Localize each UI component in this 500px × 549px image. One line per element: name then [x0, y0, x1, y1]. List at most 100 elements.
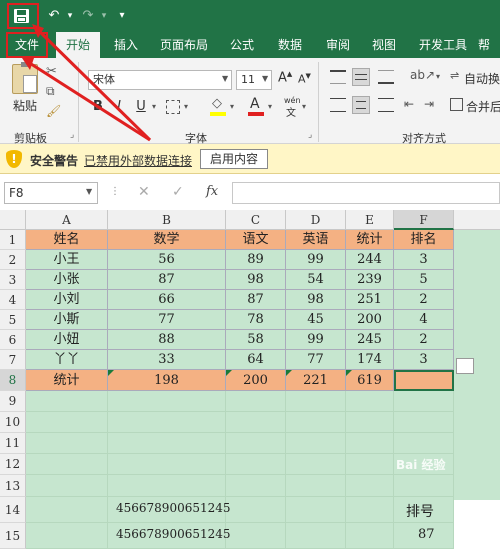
spreadsheet-grid[interactable]: A B C D E F 1 2 3 4 5 6 7 8 9 10 11 12 13 14 15 姓名 数学 语文 英语 统计 排名小…	[0, 210, 500, 549]
row-header-8[interactable]: 8	[0, 370, 26, 391]
font-color-dropdown-icon[interactable]: ▾	[268, 102, 272, 111]
cell[interactable]	[226, 454, 286, 475]
row-header-4[interactable]: 4	[0, 290, 26, 310]
merge-center-button[interactable]: 合并后	[466, 98, 500, 115]
align-right-icon[interactable]	[378, 98, 394, 112]
paste-button[interactable]: 粘贴	[8, 96, 42, 115]
tab-developer[interactable]: 开发工具	[412, 32, 474, 58]
cell-b14[interactable]: 456678900651245	[116, 501, 231, 515]
cell[interactable]	[286, 433, 346, 454]
cell[interactable]: 排名	[394, 230, 454, 250]
cell[interactable]: 200	[226, 370, 286, 391]
tab-file[interactable]: 文件	[6, 32, 48, 58]
align-top-icon[interactable]	[330, 70, 346, 84]
font-launcher-icon[interactable]: ⌟	[308, 130, 312, 140]
cell[interactable]	[108, 475, 226, 497]
cell[interactable]: 244	[346, 250, 394, 270]
borders-dropdown-icon[interactable]: ▾	[184, 102, 188, 111]
cell[interactable]	[346, 454, 394, 475]
row-header-3[interactable]: 3	[0, 270, 26, 290]
row-header-13[interactable]: 13	[0, 475, 26, 497]
cell[interactable]: 丫丫	[26, 350, 108, 370]
cell[interactable]: 小刘	[26, 290, 108, 310]
row-header-12[interactable]: 12	[0, 454, 26, 475]
cell[interactable]: 77	[286, 350, 346, 370]
quick-analysis-icon[interactable]	[456, 358, 474, 374]
cell[interactable]: 619	[346, 370, 394, 391]
row-header-6[interactable]: 6	[0, 330, 26, 350]
name-box[interactable]: F8	[4, 182, 98, 204]
redo-dropdown-icon[interactable]: ▾	[94, 6, 114, 26]
cell[interactable]	[346, 475, 394, 497]
cell[interactable]: 数学	[108, 230, 226, 250]
select-all-corner[interactable]	[0, 210, 26, 230]
decrease-font-icon[interactable]: A▼	[298, 72, 311, 86]
wrap-text-icon[interactable]: ⇌	[450, 69, 459, 82]
cell[interactable]: 200	[346, 310, 394, 330]
decrease-indent-icon[interactable]: ⇤	[404, 97, 414, 111]
font-name-dropdown-icon[interactable]: ▼	[222, 74, 228, 83]
bold-button[interactable]: B	[90, 98, 106, 115]
cell[interactable]: 语文	[226, 230, 286, 250]
cell[interactable]	[394, 475, 454, 497]
cell[interactable]: 2	[394, 290, 454, 310]
insert-function-icon[interactable]: fx	[206, 184, 218, 199]
row-header-9[interactable]: 9	[0, 391, 26, 412]
cell[interactable]: 3	[394, 250, 454, 270]
cell[interactable]	[226, 497, 286, 523]
row-header-5[interactable]: 5	[0, 310, 26, 330]
cell[interactable]: 99	[286, 330, 346, 350]
cut-icon[interactable]: ✂	[46, 64, 57, 79]
tab-insert[interactable]: 插入	[106, 32, 146, 58]
underline-dropdown-icon[interactable]: ▾	[152, 102, 156, 111]
cell[interactable]: 小张	[26, 270, 108, 290]
cell[interactable]	[286, 454, 346, 475]
tab-data[interactable]: 数据	[270, 32, 310, 58]
cell[interactable]	[226, 433, 286, 454]
underline-button[interactable]: U	[134, 98, 148, 115]
tab-home[interactable]: 开始	[56, 32, 100, 58]
cell[interactable]: 姓名	[26, 230, 108, 250]
clipboard-launcher-icon[interactable]: ⌟	[70, 130, 74, 140]
cell[interactable]	[394, 433, 454, 454]
column-header-b[interactable]: B	[108, 210, 226, 230]
cell[interactable]	[226, 523, 286, 549]
phonetic-dropdown-icon[interactable]: ▾	[302, 102, 306, 111]
cell-f14[interactable]: 排号	[406, 501, 434, 521]
tab-page-layout[interactable]: 页面布局	[152, 32, 216, 58]
cell[interactable]: 3	[394, 350, 454, 370]
row-header-1[interactable]: 1	[0, 230, 26, 250]
orientation-dropdown-icon[interactable]: ▾	[436, 72, 440, 81]
cell[interactable]	[26, 433, 108, 454]
cell[interactable]	[394, 391, 454, 412]
cell[interactable]	[26, 391, 108, 412]
cell[interactable]	[286, 523, 346, 549]
align-left-icon[interactable]	[330, 98, 346, 112]
cell[interactable]: 88	[108, 330, 226, 350]
cell[interactable]	[26, 412, 108, 433]
cell[interactable]: 87	[108, 270, 226, 290]
cell[interactable]: 64	[226, 350, 286, 370]
cell[interactable]	[26, 523, 108, 549]
cell[interactable]	[108, 412, 226, 433]
cell[interactable]: 66	[108, 290, 226, 310]
cell[interactable]: 2	[394, 330, 454, 350]
paste-icon[interactable]	[12, 62, 38, 94]
cell[interactable]: 89	[226, 250, 286, 270]
cell[interactable]: 4	[394, 310, 454, 330]
cell[interactable]: 小斯	[26, 310, 108, 330]
cell[interactable]: 251	[346, 290, 394, 310]
cell[interactable]	[346, 412, 394, 433]
column-header-f[interactable]: F	[394, 210, 454, 230]
tab-formulas[interactable]: 公式	[222, 32, 262, 58]
font-name-select[interactable]: 宋体	[88, 70, 232, 90]
italic-button[interactable]: I	[112, 98, 126, 115]
cell[interactable]	[346, 433, 394, 454]
row-header-11[interactable]: 11	[0, 433, 26, 454]
cell[interactable]: 33	[108, 350, 226, 370]
orientation-icon[interactable]: ab↗	[410, 68, 435, 82]
cell[interactable]	[226, 475, 286, 497]
tab-help[interactable]: 帮	[478, 32, 500, 58]
merge-center-icon[interactable]	[450, 98, 463, 111]
cell[interactable]	[286, 412, 346, 433]
